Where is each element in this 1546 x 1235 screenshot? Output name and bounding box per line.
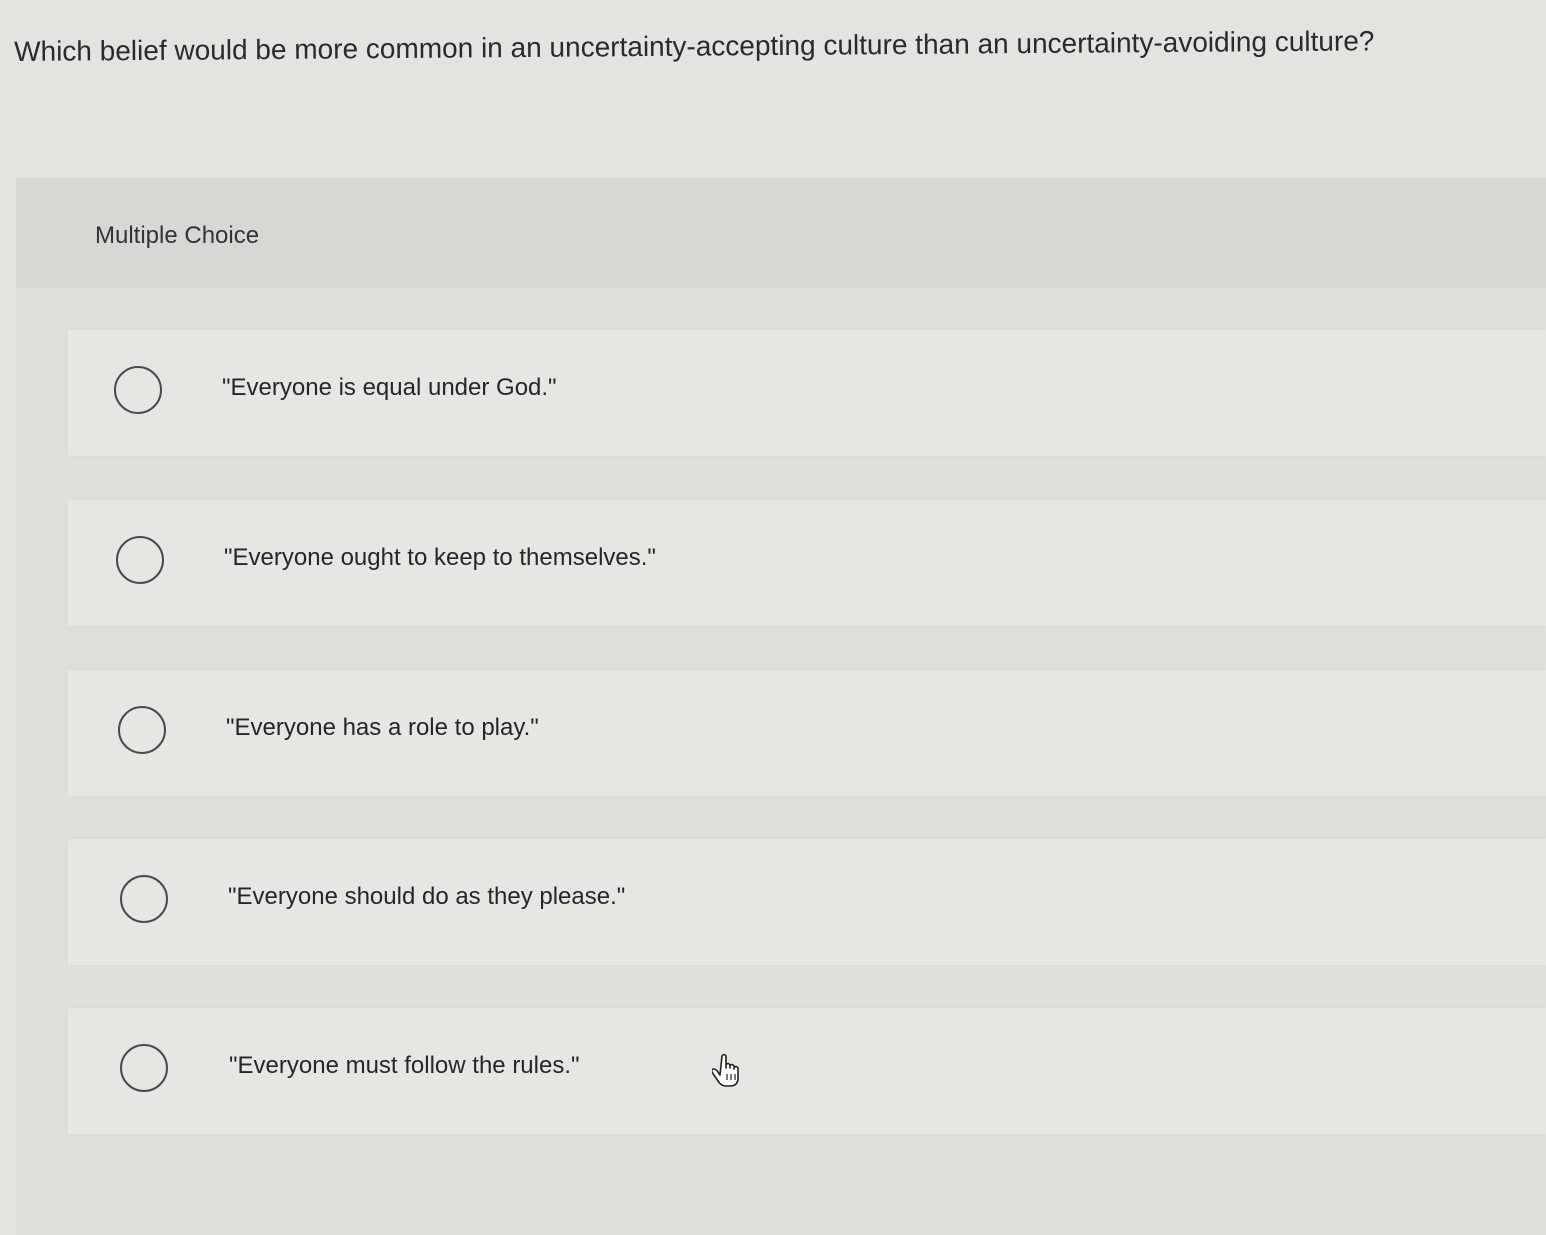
choice-label[interactable]: "Everyone should do as they please." bbox=[228, 883, 625, 911]
multiple-choice-panel: Multiple Choice "Everyone is equal under… bbox=[16, 178, 1546, 1235]
choice-label[interactable]: "Everyone must follow the rules." bbox=[229, 1052, 580, 1080]
choice-label[interactable]: "Everyone ought to keep to themselves." bbox=[224, 544, 656, 572]
multiple-choice-label: Multiple Choice bbox=[95, 222, 260, 249]
multiple-choice-header: Multiple Choice bbox=[16, 178, 1546, 288]
radio-button-icon[interactable] bbox=[116, 536, 164, 584]
choice-label[interactable]: "Everyone has a role to play." bbox=[226, 714, 539, 742]
hand-pointer-icon bbox=[712, 1053, 739, 1087]
choice-option-1[interactable]: "Everyone is equal under God." bbox=[68, 330, 1546, 456]
choice-option-3[interactable]: "Everyone has a role to play." bbox=[68, 670, 1546, 796]
choice-option-5[interactable]: "Everyone must follow the rules." bbox=[68, 1008, 1546, 1134]
choice-option-4[interactable]: "Everyone should do as they please." bbox=[68, 839, 1546, 965]
radio-button-icon[interactable] bbox=[120, 1044, 168, 1092]
radio-button-icon[interactable] bbox=[120, 875, 168, 923]
radio-button-icon[interactable] bbox=[114, 366, 162, 414]
radio-button-icon[interactable] bbox=[118, 706, 166, 754]
choice-option-2[interactable]: "Everyone ought to keep to themselves." bbox=[68, 500, 1546, 626]
choices-list: "Everyone is equal under God." "Everyone… bbox=[16, 288, 1546, 1235]
question-text: Which belief would be more common in an … bbox=[14, 25, 1375, 67]
choice-label[interactable]: "Everyone is equal under God." bbox=[222, 374, 557, 402]
